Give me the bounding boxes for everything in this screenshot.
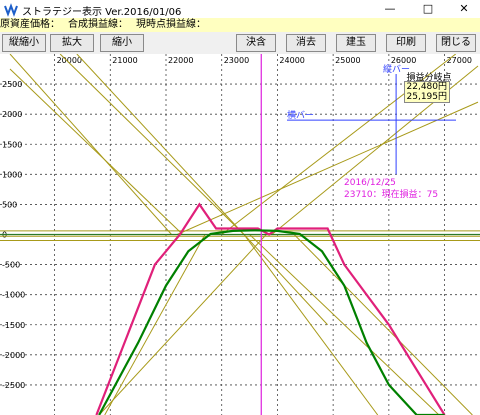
current-pl-label: 現時点損益線：: [136, 19, 206, 30]
strategy-window: ストラテジー表示 Ver.2016/01/06 — □ ✕ 原資産価格： 合成損…: [0, 0, 480, 415]
x-tick-label: 24000: [279, 56, 304, 65]
option-leg-line: [176, 101, 479, 235]
position-button[interactable]: 建玉: [336, 34, 376, 52]
print-button[interactable]: 印刷: [386, 34, 426, 52]
zoom-in-button[interactable]: 拡大: [50, 34, 94, 52]
y-tick-label: -500: [2, 261, 20, 270]
option-leg-line: [9, 68, 184, 235]
minimize-button[interactable]: —: [372, 0, 408, 18]
underlying-price-label: 原資産価格：: [0, 19, 60, 30]
option-leg-line: [76, 54, 328, 326]
clear-button[interactable]: 消去: [286, 34, 326, 52]
breakeven-value-1: 22,480円: [406, 82, 448, 92]
y-tick-label: -2000: [2, 351, 25, 360]
y-tick-label: 2000: [2, 110, 22, 119]
close-window-button[interactable]: ✕: [446, 0, 480, 18]
y-tick-label: -1000: [2, 291, 25, 300]
zoom-out-button[interactable]: 縮小: [100, 34, 144, 52]
cursor-readout: 23710：現在損益：75: [344, 190, 439, 200]
breakeven-value-2: 25,195円: [406, 92, 448, 102]
x-tick-label: 23000: [224, 56, 249, 65]
title-bar: ストラテジー表示 Ver.2016/01/06 — □ ✕: [0, 0, 480, 19]
x-tick-label: 22000: [168, 56, 193, 65]
maximize-button[interactable]: □: [410, 0, 446, 18]
y-tick-label: -1500: [2, 321, 25, 330]
x-tick-label: 25000: [335, 56, 360, 65]
x-tick-label: 21000: [112, 56, 137, 65]
app-icon: [4, 2, 18, 17]
combined-pl-label: 合成損益線：: [68, 19, 128, 30]
zoom-vertical-button[interactable]: 縦縮小: [2, 34, 46, 52]
chart-canvas: 20000 21000 22000 23000 24000 25000 26000 27000…: [0, 54, 480, 415]
y-tick-label: 2500: [2, 80, 22, 89]
y-tick-label: 1500: [2, 140, 22, 149]
y-tick-label: 1000: [2, 170, 22, 179]
series-line: [98, 229, 445, 415]
pl-chart[interactable]: 20000 21000 22000 23000 24000 25000 26000 27000…: [0, 54, 480, 415]
close-button[interactable]: 閉じる: [436, 34, 476, 52]
option-leg-line: [9, 54, 172, 235]
settle-button[interactable]: 決含: [236, 34, 276, 52]
breakeven-box: 22,480円 25,195円: [404, 81, 450, 103]
option-leg-line: [104, 234, 206, 415]
horizontal-bar-label: 横バー: [287, 111, 315, 121]
toolbar: 縦縮小 拡大 縮小 決含 消去 建玉 印刷 閉じる: [0, 32, 480, 54]
y-tick-label: 500: [2, 200, 17, 209]
option-leg-line: [243, 234, 379, 415]
window-title: ストラテジー表示 Ver.2016/01/06: [22, 7, 182, 18]
x-tick-label: 27000: [447, 56, 472, 65]
info-bar: 原資産価格： 合成損益線： 現時点損益線：: [0, 18, 480, 32]
y-tick-label: -2500: [2, 381, 25, 390]
